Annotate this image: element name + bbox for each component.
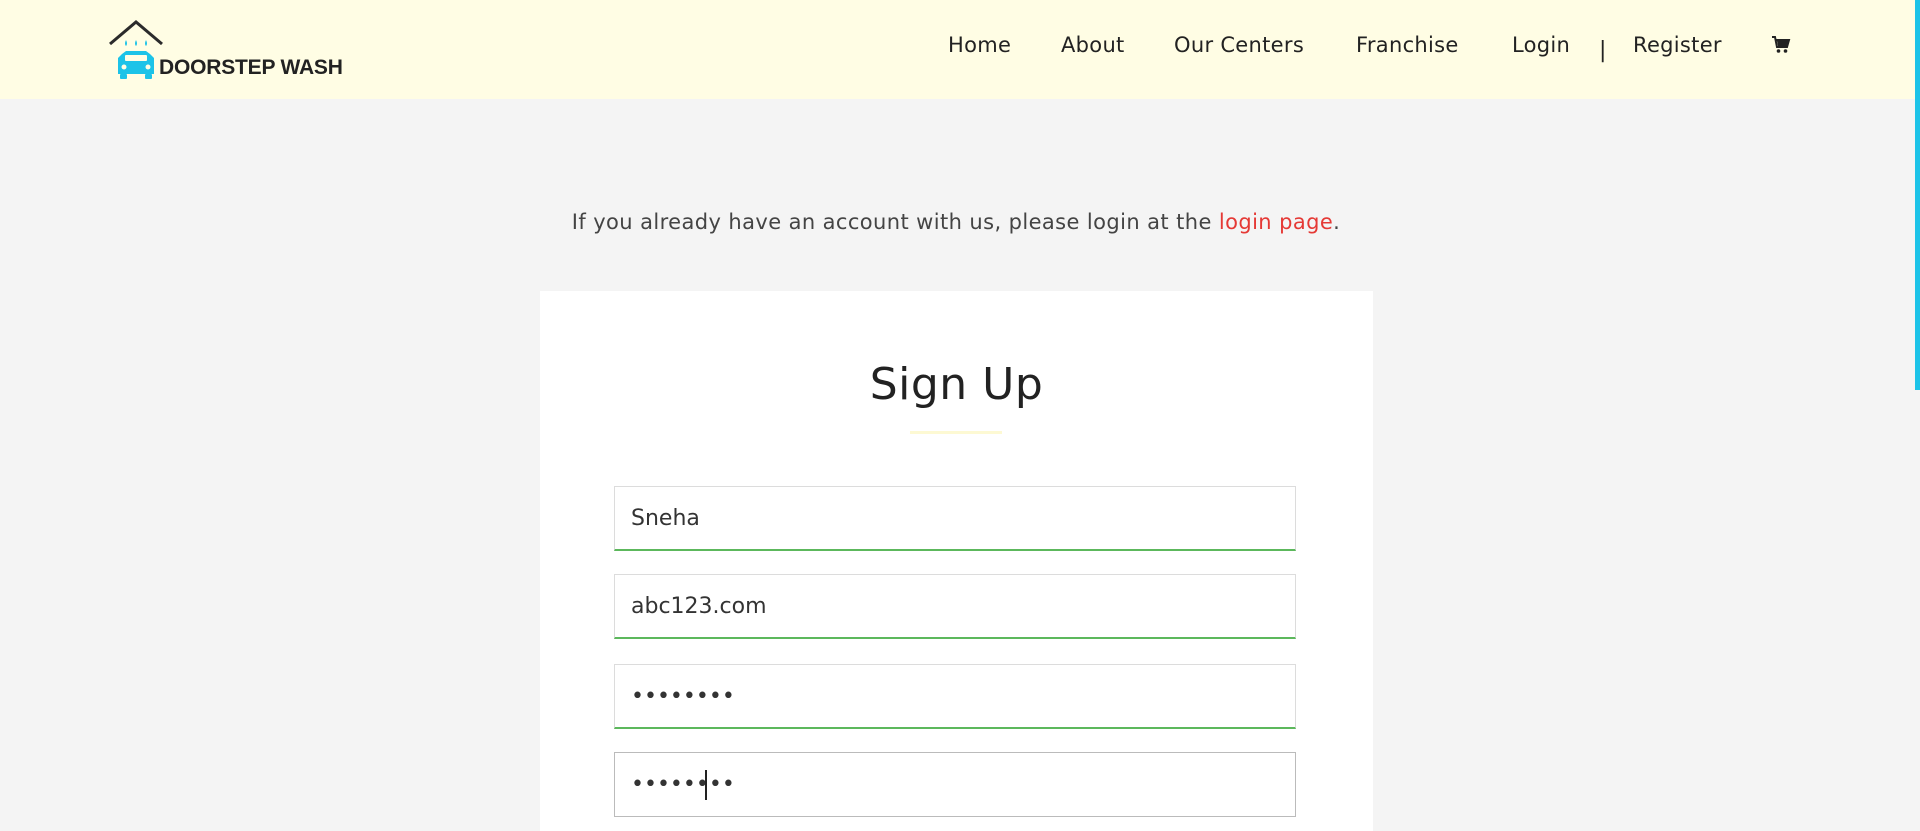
brand-name: DOORSTEP WASH	[159, 56, 343, 79]
nav-separator: |	[1599, 38, 1607, 63]
scrollbar[interactable]	[1915, 0, 1920, 390]
nav-franchise[interactable]: Franchise	[1356, 28, 1459, 62]
nav-home[interactable]: Home	[948, 28, 1011, 62]
login-hint-period: .	[1333, 210, 1341, 234]
logo[interactable]: DOORSTEP WASH	[108, 20, 348, 82]
login-hint: If you already have an account with us, …	[0, 210, 1912, 234]
nav-our-centers[interactable]: Our Centers	[1174, 28, 1304, 62]
title-underline	[910, 431, 1002, 434]
email-field[interactable]	[614, 574, 1296, 639]
text-caret	[705, 770, 707, 800]
shopping-cart-icon[interactable]	[1771, 35, 1791, 55]
nav-login[interactable]: Login	[1512, 28, 1570, 62]
nav-register[interactable]: Register	[1633, 28, 1722, 62]
site-header: DOORSTEP WASH Home About Our Centers Fra…	[0, 0, 1920, 99]
signup-card: Sign Up	[540, 291, 1373, 831]
signup-title: Sign Up	[869, 359, 1044, 410]
password-field[interactable]	[614, 664, 1296, 729]
name-field[interactable]	[614, 486, 1296, 551]
login-hint-text: If you already have an account with us, …	[571, 210, 1219, 234]
confirm-password-field[interactable]	[614, 752, 1296, 817]
login-page-link[interactable]: login page	[1219, 210, 1333, 234]
nav-about[interactable]: About	[1061, 28, 1125, 62]
